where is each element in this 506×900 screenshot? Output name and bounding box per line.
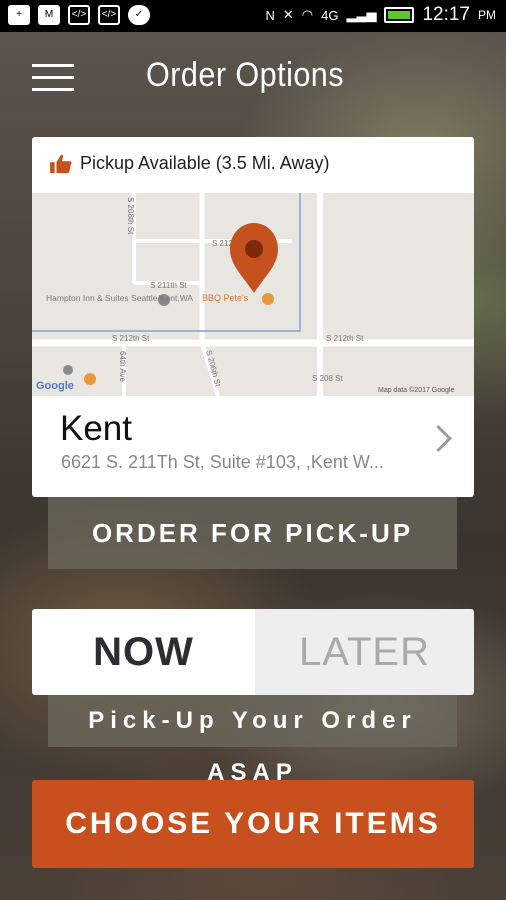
network-type: 4G — [321, 7, 339, 23]
toggle-now[interactable]: NOW — [32, 609, 255, 695]
clock-ampm: PM — [478, 8, 496, 22]
restaurant-icon — [84, 373, 96, 385]
mute-icon: ✕ — [282, 7, 294, 22]
order-for-pickup-button[interactable]: ORDER FOR PICK-UP — [48, 497, 457, 569]
google-logo: Google — [36, 380, 74, 392]
location-address: 6621 S. 211Th St, Suite #103, ,Kent W... — [61, 452, 384, 472]
map-street-label: S 212th St — [326, 334, 364, 343]
restaurant-icon — [262, 293, 274, 305]
gmail-icon: M — [38, 5, 60, 25]
code-icon: </> — [68, 5, 90, 25]
poi-icon — [63, 365, 73, 375]
thumbs-up-icon — [50, 154, 72, 173]
chevron-right-icon[interactable] — [425, 425, 452, 452]
page-title: Order Options — [146, 56, 345, 94]
toggle-later[interactable]: LATER — [255, 609, 474, 695]
map-street-label: S 211th St — [150, 281, 188, 290]
map-attribution: Map data ©2017 Google — [378, 386, 454, 394]
map-street-label: S 212th St — [112, 334, 150, 343]
pickup-availability: Pickup Available (3.5 Mi. Away) — [50, 153, 329, 174]
pickup-location-card[interactable]: Pickup Available (3.5 Mi. Away) S 208th … — [32, 137, 474, 497]
clock-time: 12:17 — [422, 4, 470, 25]
location-map[interactable]: S 208th St S 212th St S 211th St S 212th… — [32, 193, 474, 396]
code-icon: </> — [98, 5, 120, 25]
order-time-toggle: NOW LATER — [32, 609, 474, 695]
status-bar: + M </> </> ✓ N ✕ ◠ 4G ▂▃▅ 12:17 PM — [0, 0, 506, 32]
map-poi-bbq: BBQ Pete's — [202, 293, 249, 303]
app-header: Order Options — [0, 32, 506, 122]
map-poi-hampton: Hampton Inn & Suites Seattle/Kent,WA — [46, 293, 193, 303]
map-street-label: S 208 St — [312, 374, 343, 383]
wifi-icon: ◠ — [301, 7, 314, 22]
battery-charging-icon — [384, 7, 415, 23]
choose-your-items-button[interactable]: CHOOSE YOUR ITEMS — [32, 780, 474, 868]
map-street-label: S 208th St — [126, 197, 135, 235]
location-name: Kent — [60, 409, 132, 448]
add-box-icon: + — [8, 5, 30, 25]
check-circle-icon: ✓ — [128, 5, 150, 25]
pickup-label: Pickup Available (3.5 Mi. Away) — [80, 153, 330, 173]
nfc-icon: N — [265, 7, 275, 23]
signal-icon: ▂▃▅ — [346, 7, 377, 22]
hamburger-menu-icon[interactable] — [32, 64, 74, 94]
pickup-timing-label: Pick-Up Your Order ASAP — [48, 695, 457, 786]
map-street-label: 64th Ave — [118, 351, 127, 383]
